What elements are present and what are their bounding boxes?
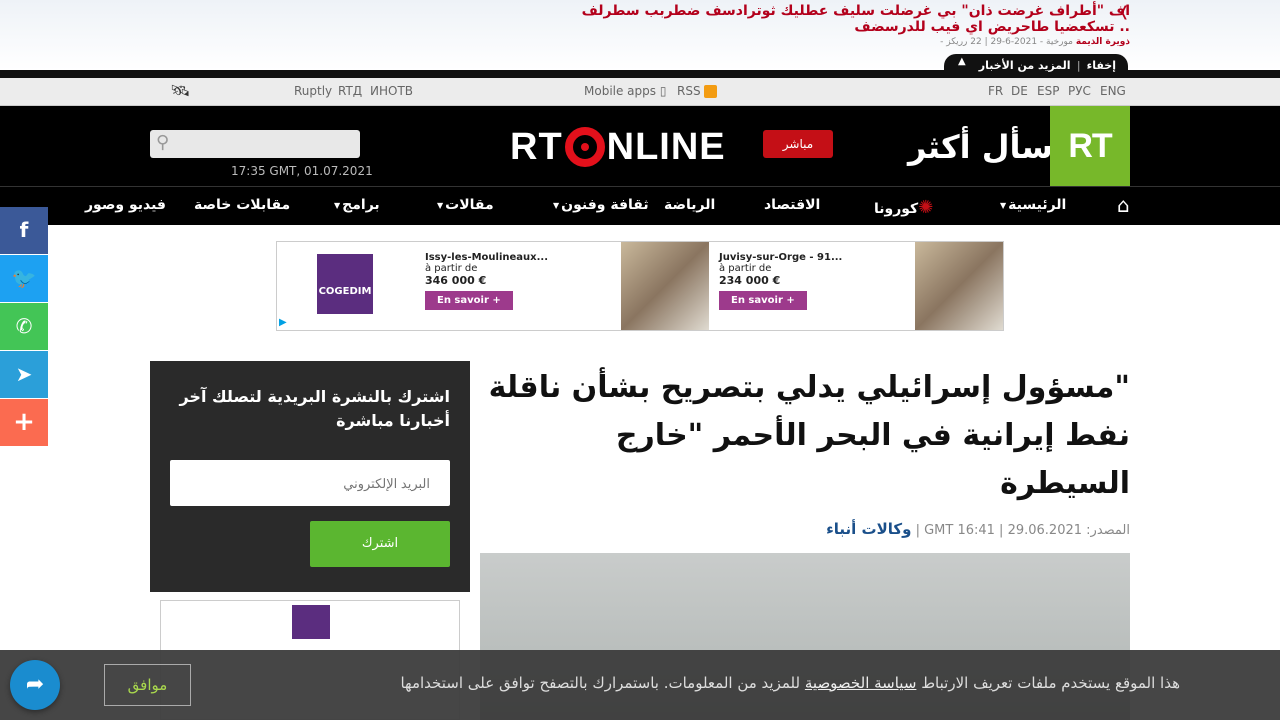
ad-listing-price: 346 000 € <box>425 274 487 287</box>
lang-fr[interactable]: FR <box>988 84 1003 98</box>
whatsapp-share-icon[interactable]: ✆ <box>0 303 48 350</box>
rss-icon <box>704 85 718 98</box>
twitter-share-icon[interactable]: 🐦 <box>0 255 48 302</box>
adchoices-icon[interactable]: ▶ <box>279 317 287 328</box>
telegram-share-icon[interactable]: ➤ <box>0 351 48 398</box>
search-icon[interactable]: ⚲ <box>156 132 169 153</box>
nav-item-interviews[interactable]: مقابلات خاصة <box>194 197 290 213</box>
nav-item-corona[interactable]: كورونا✺ <box>874 197 933 218</box>
cookie-banner: ➦ موافق هذا الموقع يستخدم ملفات تعريف ال… <box>0 650 1280 720</box>
newsletter-title: اشترك بالنشرة البريدية لتصلك آخر أخبارنا… <box>179 387 450 430</box>
logo-text-left: RT <box>510 125 563 168</box>
lang-eng[interactable]: ENG <box>1100 84 1126 98</box>
ad-listing-from: à partir de <box>719 263 772 274</box>
phone-icon: ▯ <box>659 84 667 98</box>
cogedim-logo: COGEDIM <box>317 254 373 314</box>
ad-cta-button[interactable]: En savoir + <box>719 291 807 310</box>
caret-down-icon: ▼ <box>553 200 560 210</box>
search-input[interactable]: ⚲ <box>150 130 360 158</box>
ad-listing-from: à partir de <box>425 263 478 274</box>
nav-item-videos[interactable]: فيديو وصور <box>85 197 166 213</box>
nav-label: مقالات <box>445 197 494 213</box>
ticker-body[interactable]: اف "أطراف غرضت ذان" بي غرضلت سليف عطليك … <box>570 3 1130 47</box>
chevron-up-icon[interactable]: ▲ <box>958 56 966 67</box>
rt-brand-logo[interactable]: RT <box>1050 106 1130 186</box>
nav-item-programs[interactable]: ▼ برامج <box>334 197 380 213</box>
ad-listing-text: Issy-les-Moulineaux... à partir de 346 0… <box>415 242 621 330</box>
nav-item-culture[interactable]: ▼ ثقافة وفنون <box>553 197 649 213</box>
ad-listing[interactable]: Issy-les-Moulineaux... à partir de 346 0… <box>415 242 709 330</box>
ad-brand: COGEDIM <box>277 242 415 330</box>
ticker-controls: ▲ المزيد من الأخبار | إخفاء <box>944 54 1128 76</box>
rtd-link[interactable]: RTД <box>338 84 362 98</box>
logo-text-right: NLINE <box>606 125 726 168</box>
nav-item-economy[interactable]: الاقتصاد <box>764 197 820 213</box>
slogan: اسأل أكثر <box>908 128 1064 166</box>
ad-listing-price: 234 000 € <box>719 274 781 287</box>
nav-label: كورونا <box>874 201 919 217</box>
lang-ru[interactable]: РУС <box>1068 84 1091 98</box>
nav-item-sport[interactable]: الرياضة <box>664 197 715 213</box>
rss-label: RSS <box>677 84 701 98</box>
ruptly-link[interactable]: Ruptly <box>294 84 332 98</box>
subscribe-button[interactable]: اشترك <box>310 521 450 567</box>
nav-item-articles[interactable]: ▼ مقالات <box>437 197 494 213</box>
nav-label: الرئيسية <box>1008 197 1067 213</box>
ticker-source: ذويرة الذيمة <box>1075 37 1130 47</box>
ad-cta-button[interactable]: En savoir + <box>425 291 513 310</box>
site-header: ⚲ 17:35 GMT, 01.07.2021 RT NLINE مباشر ا… <box>0 106 1280 186</box>
top-toolbar: 🛰 Ruptly RTД ИНОТВ Mobile apps ▯ RSS FR … <box>0 78 1280 106</box>
caret-down-icon: ▼ <box>437 200 444 210</box>
ad-listing-text: Juvisy-sur-Orge - 91... à partir de 234 … <box>709 242 915 330</box>
rt-online-logo[interactable]: RT NLINE <box>510 124 726 170</box>
caret-down-icon: ▼ <box>1000 200 1007 210</box>
article-headline: "مسؤول إسرائيلي يدلي بتصريح بشأن ناقلة ن… <box>488 370 1130 501</box>
lang-esp[interactable]: ESP <box>1037 84 1059 98</box>
nav-label: ثقافة وفنون <box>561 197 649 213</box>
ad-listing-title: Issy-les-Moulineaux... <box>425 252 549 263</box>
cookie-text-after: للمزيد من المعلومات. باستمرارك بالتصفح ت… <box>400 674 801 692</box>
share-fab-icon[interactable]: ➦ <box>10 660 60 710</box>
ad-listing-title: Juvisy-sur-Orge - 91... <box>719 252 843 263</box>
logo-ring <box>564 127 605 167</box>
main-nav: فيديو وصور مقابلات خاصة ▼ برامج ▼ مقالات ▼… <box>0 186 1280 225</box>
cogedim-logo <box>292 605 330 639</box>
ad-banner[interactable]: COGEDIM Issy-les-Moulineaux... à partir … <box>276 241 1004 331</box>
ad-listing-photo <box>620 242 709 330</box>
email-field[interactable] <box>170 460 450 506</box>
cookie-accept-button[interactable]: موافق <box>104 664 191 706</box>
ad-listing-photo <box>914 242 1003 330</box>
mobile-apps-link[interactable]: Mobile apps ▯ <box>584 84 666 98</box>
live-button[interactable]: مباشر <box>763 130 833 158</box>
rss-link[interactable]: RSS <box>677 84 718 98</box>
cookie-text-before: هذا الموقع يستخدم ملفات تعريف الارتباط <box>921 674 1180 692</box>
satellite-icon[interactable]: 🛰 <box>170 81 190 100</box>
ticker-meta: ذويرة الذيمة مورخية - 2021-6-29 | 22 رري… <box>570 37 1130 47</box>
home-icon[interactable]: ⌂ <box>1117 193 1130 217</box>
nav-label: برامج <box>342 197 380 213</box>
nav-item-main[interactable]: ▼ الرئيسية <box>1000 197 1066 213</box>
ticker-headline[interactable]: اف "أطراف غرضت ذان" بي غرضلت سليف عطليك … <box>570 3 1130 35</box>
more-share-icon[interactable]: + <box>0 399 48 446</box>
newsletter-box: اشترك بالنشرة البريدية لتصلك آخر أخبارنا… <box>150 361 470 592</box>
caret-down-icon: ▼ <box>334 200 341 210</box>
ticker-date: مورخية - 2021-6-29 | 22 رريكز - <box>940 37 1073 47</box>
source-label: المصدر: <box>1086 523 1130 538</box>
current-datetime: 17:35 GMT, 01.07.2021 <box>231 164 373 178</box>
ad-listing[interactable]: Juvisy-sur-Orge - 91... à partir de 234 … <box>709 242 1003 330</box>
inotv-link[interactable]: ИНОТВ <box>370 84 413 98</box>
more-news-link[interactable]: المزيد من الأخبار <box>979 59 1071 72</box>
article-date: 29.06.2021 | 16:41 GMT | <box>915 523 1083 538</box>
lang-de[interactable]: DE <box>1011 84 1028 98</box>
mobile-apps-label: Mobile apps <box>584 84 657 98</box>
separator: | <box>1076 58 1081 72</box>
cookie-message: هذا الموقع يستخدم ملفات تعريف الارتباط س… <box>210 674 1180 692</box>
virus-icon: ✺ <box>918 197 934 218</box>
article-source[interactable]: وكالات أنباء <box>826 520 911 538</box>
article-byline: المصدر: 29.06.2021 | 16:41 GMT | وكالات … <box>480 520 1130 538</box>
hide-ticker-button[interactable]: إخفاء <box>1087 59 1116 72</box>
privacy-policy-link[interactable]: سياسة الخصوصية <box>805 674 917 692</box>
facebook-share-icon[interactable]: f <box>0 207 48 254</box>
